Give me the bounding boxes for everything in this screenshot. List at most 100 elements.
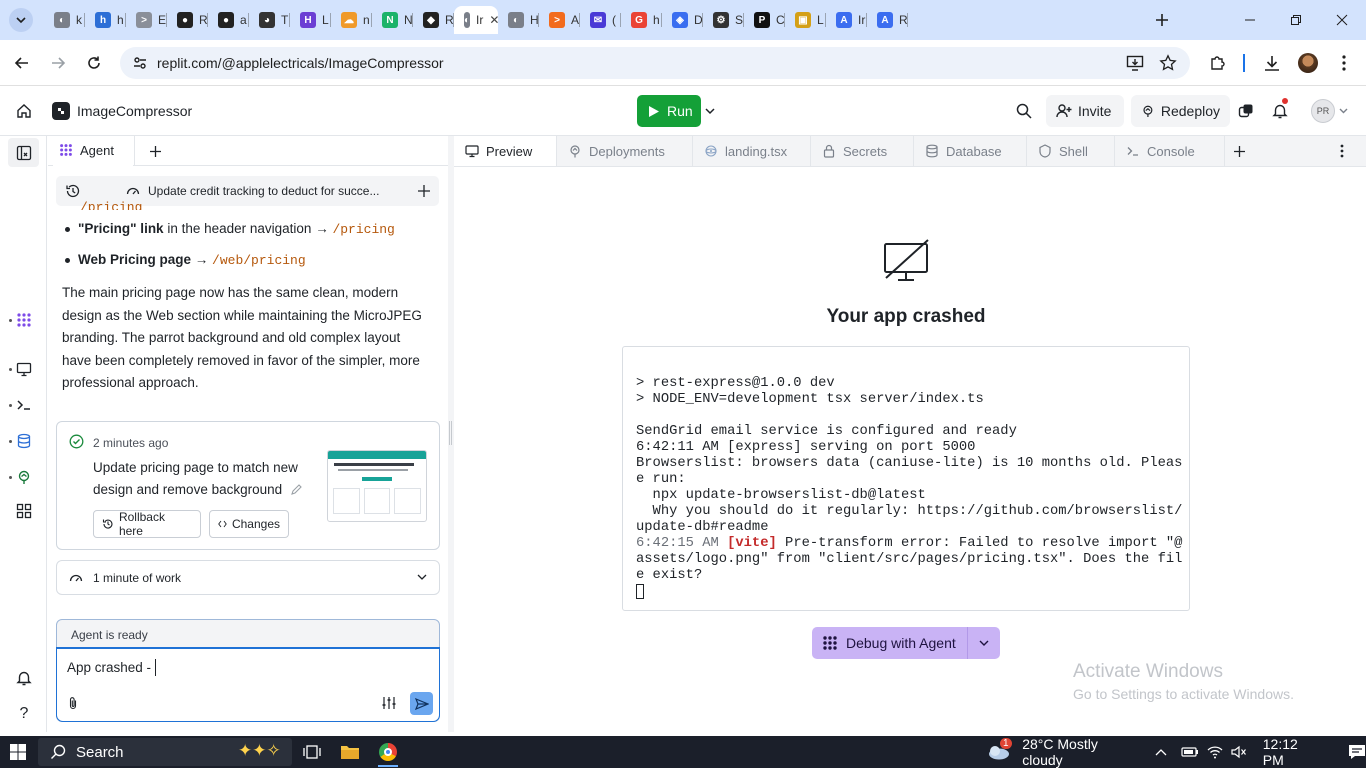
bookmark-star-icon[interactable] xyxy=(1159,54,1177,72)
search-button[interactable] xyxy=(1014,101,1034,121)
home-button[interactable] xyxy=(14,101,34,121)
new-tab-button[interactable] xyxy=(1150,8,1174,32)
add-pane-tab-button[interactable] xyxy=(1232,144,1246,158)
browser-tab[interactable]: ☁ n xyxy=(331,6,372,34)
debug-with-agent-button[interactable]: Debug with Agent xyxy=(812,627,1000,659)
rail-agent[interactable] xyxy=(9,310,34,330)
changes-button[interactable]: Changes xyxy=(209,510,289,538)
tab-database[interactable]: Database xyxy=(914,136,1027,166)
send-button[interactable] xyxy=(410,692,433,715)
browser-tab[interactable]: ◆ R xyxy=(413,6,454,34)
address-bar[interactable]: replit.com/@applelectricals/ImageCompres… xyxy=(120,47,1190,79)
new-chat-button[interactable] xyxy=(418,185,430,197)
add-tab-button[interactable] xyxy=(148,144,162,158)
browser-tab[interactable]: > A xyxy=(539,6,580,34)
site-info-icon[interactable] xyxy=(132,55,148,71)
favicon-icon: G xyxy=(631,12,647,28)
browser-tab[interactable]: ▣ L xyxy=(785,6,826,34)
tab-agent[interactable]: Agent xyxy=(53,136,133,166)
reload-button[interactable] xyxy=(82,51,106,75)
browser-tab[interactable]: HL xyxy=(290,6,331,34)
settings-button[interactable] xyxy=(381,695,397,711)
run-button[interactable]: Run xyxy=(637,95,701,127)
profile-button[interactable] xyxy=(1296,51,1320,75)
browser-tab[interactable]: A Ir xyxy=(826,6,867,34)
notifications-icon[interactable] xyxy=(1348,744,1366,760)
battery-icon[interactable] xyxy=(1181,746,1199,758)
redeploy-button[interactable]: Redeploy xyxy=(1131,95,1230,127)
tab-secrets[interactable]: Secrets xyxy=(811,136,914,166)
grid-icon xyxy=(16,503,32,519)
rail-deployments[interactable] xyxy=(9,467,34,487)
debug-main[interactable]: Debug with Agent xyxy=(812,627,967,659)
windows-button[interactable] xyxy=(1236,101,1256,121)
volume-muted-icon[interactable] xyxy=(1231,745,1247,759)
pane-menu-button[interactable] xyxy=(1338,143,1346,159)
crashed-monitor-icon xyxy=(883,238,931,282)
rollback-button[interactable]: Rollback here xyxy=(93,510,201,538)
extensions-button[interactable] xyxy=(1206,51,1230,75)
browser-tab[interactable]: > E xyxy=(126,6,167,34)
favicon-icon: ◈ xyxy=(672,12,688,28)
run-options-button[interactable] xyxy=(703,105,717,117)
chevron-up-icon[interactable] xyxy=(1155,748,1167,756)
attach-button[interactable] xyxy=(67,696,79,710)
tab-shell[interactable]: Shell xyxy=(1027,136,1115,166)
tab-console[interactable]: Console xyxy=(1115,136,1225,166)
browser-tab[interactable]: ✉( xyxy=(580,6,621,34)
chrome-button[interactable] xyxy=(376,740,400,764)
tab-deployments[interactable]: Deployments xyxy=(557,136,693,166)
browser-tab[interactable]: ◕ T xyxy=(249,6,290,34)
chrome-menu-button[interactable] xyxy=(1332,51,1356,75)
browser-tab[interactable]: PC xyxy=(744,6,785,34)
browser-tab[interactable]: AR xyxy=(867,6,908,34)
browser-tab[interactable]: NN xyxy=(372,6,413,34)
browser-tab[interactable]: Gh xyxy=(621,6,662,34)
chat-input[interactable]: App crashed - xyxy=(57,648,439,721)
checkpoint-screenshot[interactable] xyxy=(327,450,427,522)
tab-search-button[interactable] xyxy=(9,8,33,32)
rail-all-tools[interactable] xyxy=(14,501,34,521)
account-menu-button[interactable] xyxy=(1338,107,1348,115)
rail-preview[interactable] xyxy=(9,359,34,379)
notifications-button[interactable] xyxy=(1270,98,1290,121)
browser-tab[interactable]: ◐ k xyxy=(44,6,85,34)
wifi-icon[interactable] xyxy=(1207,745,1223,759)
start-button[interactable] xyxy=(6,740,30,764)
history-button[interactable] xyxy=(65,183,81,199)
taskbar-search[interactable]: Search ✦✦✧ xyxy=(38,738,292,766)
edit-pencil-icon[interactable] xyxy=(290,483,303,496)
forward-button[interactable] xyxy=(46,51,70,75)
browser-tab[interactable]: hh xyxy=(85,6,126,34)
weather-text[interactable]: 28°C Mostly cloudy xyxy=(1022,736,1139,768)
browser-tab[interactable]: ◈ D xyxy=(662,6,703,34)
file-explorer-button[interactable] xyxy=(338,740,362,764)
tab-preview[interactable]: Preview xyxy=(454,136,557,166)
clock-time[interactable]: 12:12 PM xyxy=(1263,736,1321,768)
install-app-icon[interactable] xyxy=(1126,54,1144,72)
app-name[interactable]: ImageCompressor xyxy=(77,103,192,119)
rail-database[interactable] xyxy=(9,431,34,451)
minimize-button[interactable] xyxy=(1226,0,1274,40)
work-summary-row[interactable]: 1 minute of work xyxy=(56,560,440,595)
weather-icon[interactable]: 1 xyxy=(985,738,1012,762)
debug-options-button[interactable] xyxy=(967,627,1000,659)
browser-tab[interactable]: ◐ Ir ✕ xyxy=(454,6,499,34)
downloads-button[interactable] xyxy=(1260,51,1284,75)
toggle-sidebar-button[interactable] xyxy=(8,138,39,167)
task-view-button[interactable] xyxy=(300,740,324,764)
rail-shell[interactable] xyxy=(9,395,34,415)
invite-button[interactable]: Invite xyxy=(1046,95,1124,127)
restore-button[interactable] xyxy=(1272,0,1320,40)
browser-tab[interactable]: ● a xyxy=(208,6,249,34)
browser-tab[interactable]: ◐ H xyxy=(498,6,539,34)
rail-help[interactable]: ? xyxy=(14,704,34,724)
user-avatar[interactable]: PR xyxy=(1311,99,1335,123)
chat-title[interactable]: Update credit tracking to deduct for suc… xyxy=(148,184,379,198)
browser-tab[interactable]: ⚙ S xyxy=(703,6,744,34)
tab-landing-tsx[interactable]: landing.tsx xyxy=(693,136,811,166)
rail-alerts[interactable] xyxy=(14,668,34,688)
browser-tab[interactable]: ● R xyxy=(167,6,208,34)
close-window-button[interactable] xyxy=(1318,0,1366,40)
back-button[interactable] xyxy=(10,51,34,75)
